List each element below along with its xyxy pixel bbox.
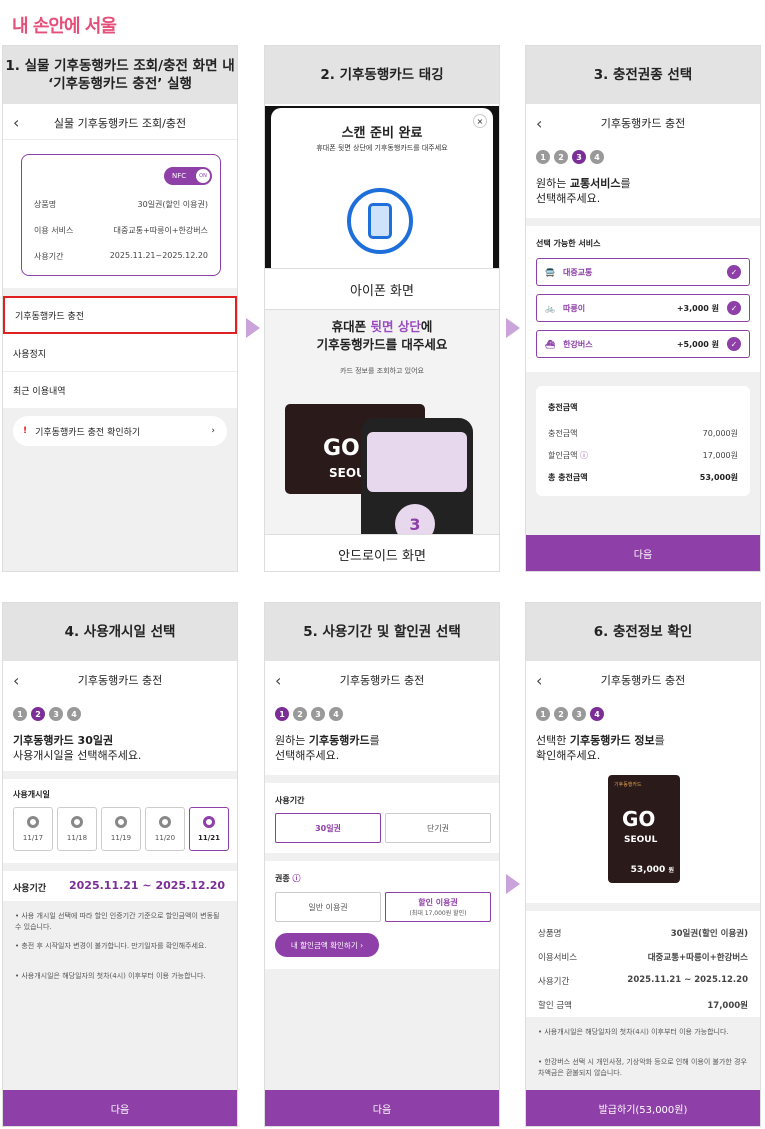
arrow-icon bbox=[506, 318, 520, 338]
next-button[interactable]: 다음 bbox=[526, 535, 760, 571]
step-indicator: 1234 bbox=[275, 707, 343, 721]
panel-step5: 5. 사용기간 및 할인권 선택 ‹ 기후동행카드 충전 1234 원하는 기후동… bbox=[264, 602, 500, 1127]
back-icon[interactable]: ‹ bbox=[536, 671, 542, 690]
period-label: 사용기간 bbox=[275, 796, 305, 805]
note-item: • 사용개시일은 해당일자의 첫차(4시) 이후부터 이용 가능합니다. bbox=[538, 1028, 729, 1036]
info-icon[interactable]: ⓘ bbox=[293, 874, 301, 883]
arrow-icon bbox=[246, 318, 260, 338]
charge-confirm-button[interactable]: ! 기후동행카드 충전 확인하기 › bbox=[13, 416, 227, 446]
next-button[interactable]: 다음 bbox=[265, 1090, 499, 1126]
kind-label: 권종 ⓘ bbox=[275, 874, 301, 883]
android-phone-image: 3 bbox=[361, 418, 473, 544]
step2-title: 2. 기후동행카드 태깅 bbox=[265, 46, 499, 104]
step6-title: 6. 충전정보 확인 bbox=[526, 603, 760, 661]
check-icon: ✓ bbox=[727, 337, 741, 351]
nav-bar: ‹ 기후동행카드 충전 bbox=[275, 670, 425, 690]
step-indicator: 1234 bbox=[536, 150, 604, 164]
step-indicator: 1234 bbox=[13, 707, 81, 721]
nav-bar: ‹ 기후동행카드 충전 bbox=[13, 670, 163, 690]
date-option[interactable]: 11/19 bbox=[101, 807, 141, 851]
back-icon[interactable]: ‹ bbox=[275, 671, 281, 690]
next-button[interactable]: 다음 bbox=[3, 1090, 237, 1126]
step1-title: 1. 실물 기후동행카드 조회/충전 화면 내 ‘기후동행카드 충전’ 실행 bbox=[3, 46, 237, 104]
panel-step6: 6. 충전정보 확인 ‹ 기후동행카드 충전 1234 선택한 기후동행카드 정보… bbox=[525, 602, 761, 1127]
logo: 내 손안에 서울 bbox=[12, 16, 117, 37]
step3-title: 3. 충전권종 선택 bbox=[526, 46, 760, 104]
date-option[interactable]: 11/18 bbox=[57, 807, 97, 851]
scan-subtitle: 휴대폰 뒷면 상단에 기후동행카드를 대주세요 bbox=[316, 144, 448, 152]
date-option[interactable]: 11/20 bbox=[145, 807, 185, 851]
option-normal[interactable]: 일반 이용권 bbox=[275, 892, 381, 922]
back-icon[interactable]: ‹ bbox=[536, 114, 542, 133]
panel-step2: 2. 기후동행카드 태깅 × 스캔 준비 완료 휴대폰 뒷면 상단에 기후동행카… bbox=[264, 45, 500, 572]
nav-bar: ‹ 실물 기후동행카드 조회/충전 bbox=[3, 106, 237, 140]
info-icon[interactable]: ⓘ bbox=[580, 451, 588, 460]
alert-icon: ! bbox=[23, 426, 28, 436]
check-icon: ✓ bbox=[727, 301, 741, 315]
check-icon: ✓ bbox=[727, 265, 741, 279]
reading-text: 카드 정보를 조회하고 있어요 bbox=[340, 367, 424, 375]
service-bike[interactable]: 🚲 따릉이 +3,000 원 ✓ bbox=[536, 294, 750, 322]
period-value: 2025.11.21 ~ 2025.12.20 bbox=[69, 879, 226, 892]
prompt: 원하는 기후동행카드를 선택해주세요. bbox=[275, 734, 380, 762]
scan-title: 스캔 준비 완료 bbox=[341, 126, 423, 141]
android-label: 안드로이드 화면 bbox=[265, 534, 499, 571]
nav-bar: ‹ 기후동행카드 충전 bbox=[536, 670, 686, 690]
nav-title: 실물 기후동행카드 조회/충전 bbox=[53, 116, 187, 130]
note-item: • 충전 후 시작일자 변경이 불가합니다. 만기일자를 확인해주세요. bbox=[15, 942, 207, 950]
prompt: 원하는 교통서비스를 선택해주세요. bbox=[536, 177, 631, 205]
back-icon[interactable]: ‹ bbox=[13, 671, 19, 690]
iphone-label: 아이폰 화면 bbox=[265, 268, 499, 310]
bike-icon: 🚲 bbox=[545, 303, 555, 313]
prompt: 선택한 기후동행카드 정보를 확인해주세요. bbox=[536, 734, 665, 762]
step-indicator: 1234 bbox=[536, 707, 604, 721]
chevron-right-icon: › bbox=[360, 940, 364, 950]
panel-step1: 1. 실물 기후동행카드 조회/충전 화면 내 ‘기후동행카드 충전’ 실행 ‹ 실… bbox=[2, 45, 238, 572]
step5-title: 5. 사용기간 및 할인권 선택 bbox=[265, 603, 499, 661]
card-info-box: NFC ON 상품명 30일권(할인 이용권) 이용 서비스 대중교통+따릉이+한강버… bbox=[21, 154, 221, 276]
menu-charge[interactable]: 기후동행카드 충전 bbox=[3, 296, 237, 334]
nav-bar: ‹ 기후동행카드 충전 bbox=[536, 113, 686, 133]
date-option[interactable]: 11/17 bbox=[13, 807, 53, 851]
option-discount[interactable]: 할인 이용권 (최대 17,000원 할인) bbox=[385, 892, 491, 922]
nfc-toggle[interactable]: NFC ON bbox=[164, 167, 212, 185]
menu-suspend[interactable]: 사용정지 bbox=[3, 336, 237, 372]
panel-step3: 3. 충전권종 선택 ‹ 기후동행카드 충전 1234 원하는 교통서비스를 선택해… bbox=[525, 45, 761, 572]
date-option-selected[interactable]: 11/21 bbox=[189, 807, 229, 851]
service-transit[interactable]: 🚍 대중교통 ✓ bbox=[536, 258, 750, 286]
service-river-bus[interactable]: ⛴ 한강버스 +5,000 원 ✓ bbox=[536, 330, 750, 358]
bus-icon: 🚍 bbox=[545, 267, 555, 277]
menu-history[interactable]: 최근 이용내역 bbox=[3, 372, 237, 408]
summary-card: 충전금액 충전금액 70,000원 할인금액 ⓘ 17,000원 총 충전금액 53,… bbox=[536, 386, 750, 496]
panel-step4: 4. 사용개시일 선택 ‹ 기후동행카드 충전 1234 기후동행카드 30일권 사… bbox=[2, 602, 238, 1127]
note-item: • 사용 개시일 선택에 따라 할인 인증기간 기준으로 할인금액이 변동될 수… bbox=[15, 912, 220, 931]
boat-icon: ⛴ bbox=[545, 339, 556, 349]
period-label: 사용기간 bbox=[13, 884, 47, 894]
prompt: 기후동행카드 30일권 사용개시일을 선택해주세요. bbox=[13, 734, 142, 762]
tag-instruction: 휴대폰 뒷면 상단에 기후동행카드를 대주세요 bbox=[316, 319, 448, 352]
step4-title: 4. 사용개시일 선택 bbox=[3, 603, 237, 661]
note-item: • 한강버스 선택 시 개인사정, 기상악화 등으로 인해 이용이 불가한 경우… bbox=[538, 1058, 747, 1077]
option-short[interactable]: 단기권 bbox=[385, 813, 491, 843]
avail-label: 선택 가능한 서비스 bbox=[536, 239, 601, 248]
back-icon[interactable]: ‹ bbox=[13, 113, 19, 132]
chevron-right-icon: › bbox=[211, 426, 215, 436]
option-30day[interactable]: 30일권 bbox=[275, 813, 381, 843]
date-picker: 11/17 11/18 11/19 11/20 11/21 bbox=[13, 807, 229, 851]
arrow-icon bbox=[506, 874, 520, 894]
issue-button[interactable]: 발급하기(53,000원) bbox=[526, 1090, 760, 1126]
phone-scan-icon bbox=[347, 188, 413, 254]
card-image: 기후동행카드 GO SEOUL 53,000 원 bbox=[608, 775, 680, 883]
note-item: • 사용개시일은 해당일자의 첫차(4시) 이후부터 이용 가능합니다. bbox=[15, 972, 206, 980]
check-discount-button[interactable]: 내 할인금액 확인하기 › bbox=[275, 933, 379, 957]
start-date-label: 사용개시일 bbox=[13, 790, 50, 799]
